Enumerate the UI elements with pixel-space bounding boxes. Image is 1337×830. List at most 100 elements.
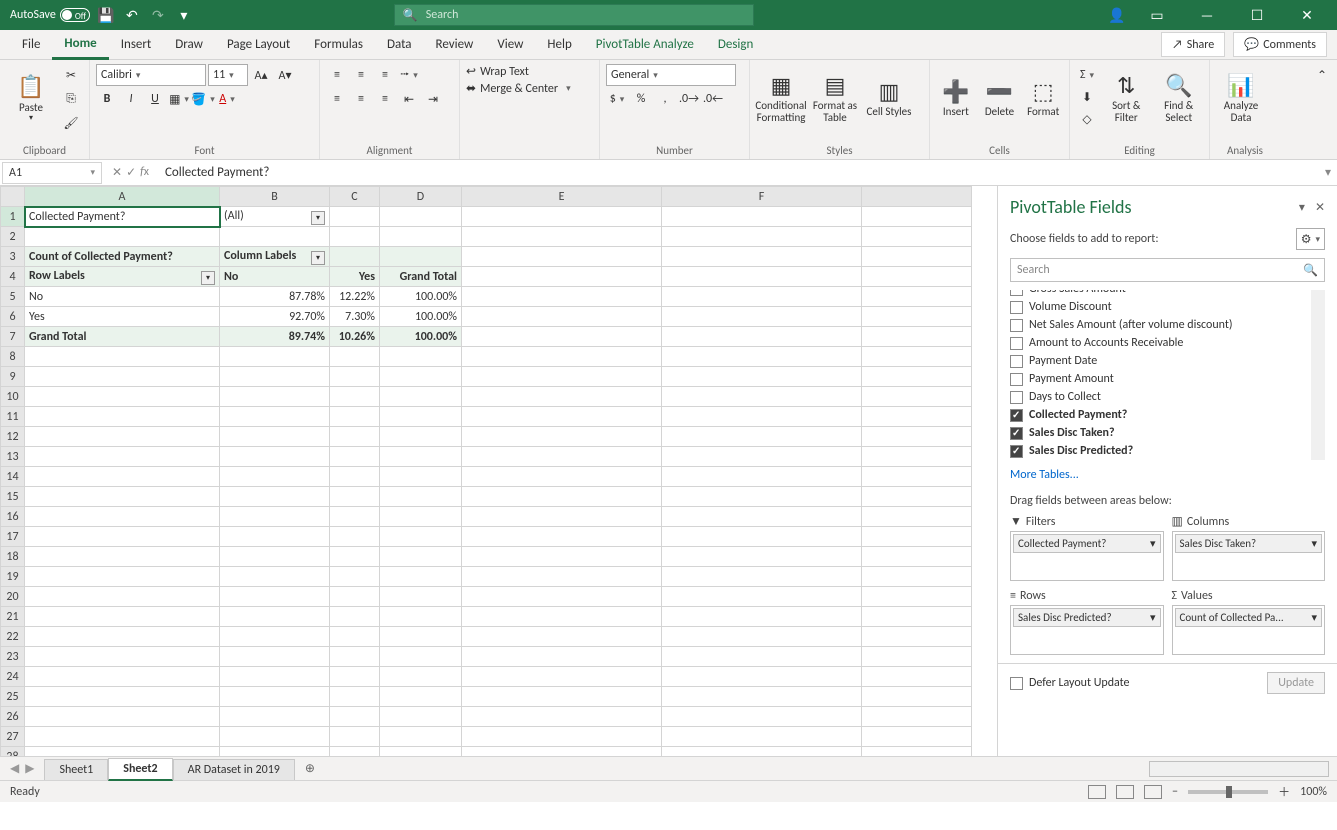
align-center-icon[interactable]: ≡: [350, 88, 372, 110]
cell-B5[interactable]: 87.78%: [220, 287, 330, 307]
more-tables-link[interactable]: More Tables...: [1010, 464, 1325, 486]
col-header-A[interactable]: A: [25, 187, 220, 207]
fill-icon[interactable]: ⬇: [1076, 86, 1098, 108]
cancel-formula-icon[interactable]: ✕: [112, 165, 122, 180]
row-header[interactable]: 7: [1, 327, 25, 347]
align-bottom-icon[interactable]: ≡: [374, 64, 396, 86]
cell-styles-button[interactable]: ▥Cell Styles: [864, 64, 914, 134]
qat-more-icon[interactable]: ▾: [174, 5, 194, 25]
spreadsheet-grid[interactable]: A B C D E F 1 Collected Payment? (All)▾ …: [0, 186, 997, 756]
row-header[interactable]: 11: [1, 407, 25, 427]
align-middle-icon[interactable]: ≡: [350, 64, 372, 86]
checkbox-icon[interactable]: [1010, 409, 1023, 422]
align-top-icon[interactable]: ≡: [326, 64, 348, 86]
cell-A3[interactable]: Count of Collected Payment?: [25, 247, 220, 267]
checkbox-icon[interactable]: [1010, 301, 1023, 314]
conditional-formatting-button[interactable]: ▦Conditional Formatting: [756, 64, 806, 134]
col-header-D[interactable]: D: [380, 187, 462, 207]
zoom-slider[interactable]: [1188, 790, 1268, 794]
field-item[interactable]: Volume Discount: [1010, 298, 1311, 316]
cell-C5[interactable]: 12.22%: [330, 287, 380, 307]
comma-format-icon[interactable]: ,: [654, 88, 676, 110]
filters-area[interactable]: Collected Payment?▾: [1010, 531, 1164, 581]
underline-button[interactable]: U: [144, 88, 166, 110]
field-item[interactable]: Net Sales Amount (after volume discount): [1010, 316, 1311, 334]
tab-help[interactable]: Help: [535, 31, 583, 58]
field-item[interactable]: Sales Disc Predicted?: [1010, 442, 1311, 460]
filter-dropdown-icon[interactable]: ▾: [311, 211, 325, 225]
format-painter-icon[interactable]: 🖌: [60, 112, 82, 134]
sort-filter-button[interactable]: ⇅Sort & Filter: [1102, 64, 1151, 134]
row-header[interactable]: 21: [1, 607, 25, 627]
zoom-level[interactable]: 100%: [1300, 785, 1327, 799]
cell-B7[interactable]: 89.74%: [220, 327, 330, 347]
page-break-view-icon[interactable]: [1144, 785, 1162, 799]
row-header[interactable]: 2: [1, 227, 25, 247]
sheet-nav-prev-icon[interactable]: ◀: [10, 761, 19, 776]
increase-indent-icon[interactable]: ⇥: [422, 88, 444, 110]
row-header[interactable]: 22: [1, 627, 25, 647]
checkbox-icon[interactable]: [1010, 337, 1023, 350]
ribbon-options-icon[interactable]: ▭: [1137, 0, 1177, 30]
row-header[interactable]: 13: [1, 447, 25, 467]
analyze-data-button[interactable]: 📊Analyze Data: [1216, 64, 1266, 134]
field-item[interactable]: Days to Collect: [1010, 388, 1311, 406]
row-header[interactable]: 6: [1, 307, 25, 327]
minimize-button[interactable]: —: [1187, 0, 1227, 30]
increase-decimal-icon[interactable]: .0→: [678, 88, 700, 110]
align-left-icon[interactable]: ≡: [326, 88, 348, 110]
search-box[interactable]: 🔍 Search: [394, 4, 754, 26]
pane-close-icon[interactable]: ✕: [1315, 200, 1325, 215]
cell-D4[interactable]: Grand Total: [380, 267, 462, 287]
cell-A1[interactable]: Collected Payment?: [25, 207, 220, 227]
col-header-blank[interactable]: [862, 187, 972, 207]
tab-file[interactable]: File: [10, 31, 52, 58]
wrap-text-button[interactable]: ↩Wrap Text: [466, 64, 529, 79]
save-icon[interactable]: 💾: [96, 5, 116, 25]
number-format-combo[interactable]: General: [606, 64, 736, 86]
decrease-indent-icon[interactable]: ⇤: [398, 88, 420, 110]
field-item[interactable]: Payment Date: [1010, 352, 1311, 370]
sheet-nav-next-icon[interactable]: ▶: [25, 761, 34, 776]
cell-D5[interactable]: 100.00%: [380, 287, 462, 307]
clear-icon[interactable]: ◇: [1076, 108, 1098, 130]
filters-chip[interactable]: Collected Payment?▾: [1013, 534, 1161, 553]
field-item[interactable]: Gross Sales Amount: [1010, 290, 1311, 298]
tab-page-layout[interactable]: Page Layout: [215, 31, 302, 58]
tab-view[interactable]: View: [485, 31, 535, 58]
tab-review[interactable]: Review: [424, 31, 486, 58]
copy-icon[interactable]: ⎘: [60, 88, 82, 110]
tab-insert[interactable]: Insert: [109, 31, 164, 58]
insert-cells-button[interactable]: ➕Insert: [936, 64, 976, 134]
merge-center-button[interactable]: ⬌Merge & Center: [466, 81, 571, 96]
border-button[interactable]: ▦: [168, 88, 190, 110]
orientation-icon[interactable]: ⭬: [398, 64, 420, 86]
autosum-icon[interactable]: Σ: [1076, 64, 1098, 86]
checkbox-icon[interactable]: [1010, 290, 1023, 296]
cell-C6[interactable]: 7.30%: [330, 307, 380, 327]
zoom-out-icon[interactable]: −: [1172, 785, 1178, 799]
tab-draw[interactable]: Draw: [163, 31, 215, 58]
paste-button[interactable]: 📋Paste▾: [6, 64, 56, 134]
zoom-in-icon[interactable]: ＋: [1278, 783, 1290, 800]
filter-dropdown-icon[interactable]: ▾: [201, 271, 215, 285]
decrease-decimal-icon[interactable]: .0←: [702, 88, 724, 110]
row-header[interactable]: 27: [1, 727, 25, 747]
tools-gear-button[interactable]: ⚙: [1296, 228, 1325, 250]
col-header-F[interactable]: F: [662, 187, 862, 207]
format-cells-button[interactable]: ⬚Format: [1023, 64, 1063, 134]
delete-cells-button[interactable]: ➖Delete: [980, 64, 1020, 134]
sheet-tab-sheet2[interactable]: Sheet2: [108, 758, 172, 781]
checkbox-icon[interactable]: [1010, 427, 1023, 440]
row-header[interactable]: 8: [1, 347, 25, 367]
formula-input[interactable]: Collected Payment?: [157, 165, 1319, 180]
row-header[interactable]: 4: [1, 267, 25, 287]
close-button[interactable]: ✕: [1287, 0, 1327, 30]
row-header[interactable]: 12: [1, 427, 25, 447]
col-header-B[interactable]: B: [220, 187, 330, 207]
cell-A7[interactable]: Grand Total: [25, 327, 220, 347]
percent-format-icon[interactable]: %: [630, 88, 652, 110]
row-header[interactable]: 28: [1, 747, 25, 757]
increase-font-icon[interactable]: A▴: [250, 64, 272, 86]
row-header[interactable]: 9: [1, 367, 25, 387]
